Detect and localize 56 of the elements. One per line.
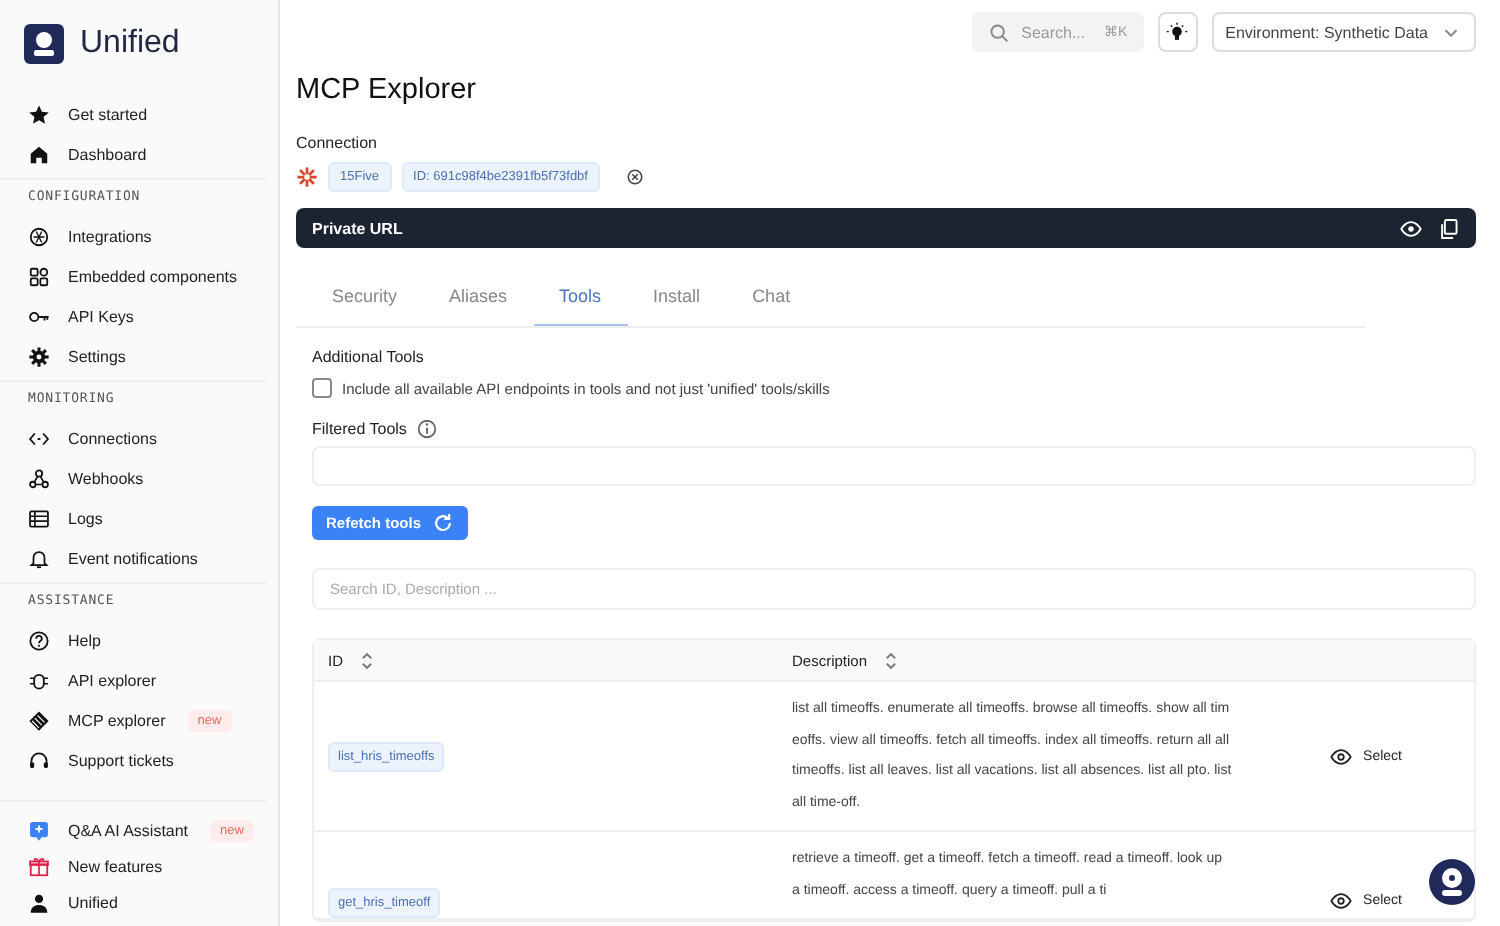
field-label: Filtered Tools: [312, 420, 407, 438]
sidebar-item[interactable]: Support tickets: [0, 740, 278, 780]
tab[interactable]: Aliases: [423, 280, 534, 326]
sidebar-item[interactable]: Get started: [0, 94, 278, 134]
eye-icon: [1329, 745, 1352, 767]
lightbulb-icon: [1166, 21, 1189, 43]
theme-button[interactable]: [1157, 12, 1198, 52]
starburst-logo-icon: [296, 166, 318, 188]
sidebar-item[interactable]: Integrations: [0, 216, 278, 256]
refresh-icon: [431, 512, 454, 534]
sidebar-item[interactable]: Webhooks: [0, 458, 278, 498]
checkbox[interactable]: [312, 378, 332, 398]
bell-icon: [28, 547, 50, 569]
tab[interactable]: Chat: [726, 280, 817, 326]
copy-icon: [1438, 217, 1460, 239]
sidebar-item[interactable]: Unified: [0, 884, 266, 920]
sidebar-item[interactable]: API explorer: [0, 660, 278, 700]
home-icon: [28, 143, 50, 165]
user-icon: [28, 891, 50, 913]
webhook-icon: [28, 467, 50, 489]
tab[interactable]: Security: [306, 280, 424, 326]
sidebar-item[interactable]: Help: [0, 620, 278, 660]
bug-icon: [28, 669, 50, 691]
star-icon: [28, 103, 50, 125]
brand-name: Unified: [80, 26, 180, 62]
page-title: MCP Explorer: [296, 74, 478, 106]
sidebar-item[interactable]: Embedded components: [0, 256, 278, 296]
code-icon: [28, 427, 50, 449]
sidebar-item[interactable]: Logs: [0, 498, 278, 538]
eye-icon: [1329, 890, 1352, 912]
sidebar-item[interactable]: Connections: [0, 418, 278, 458]
section-label: Additional Tools: [312, 348, 426, 366]
info-icon: [416, 418, 439, 440]
diamond-icon: [28, 709, 50, 731]
headset-icon: [28, 749, 50, 771]
sidebar-item[interactable]: Settings: [0, 336, 278, 376]
chat-plus-icon: [28, 819, 50, 841]
list-icon: [28, 507, 50, 529]
tab[interactable]: Install: [627, 280, 727, 326]
sidebar-item[interactable]: Dashboard: [0, 134, 278, 174]
sidebar-item[interactable]: Event notifications: [0, 538, 278, 578]
help-icon: [28, 629, 50, 651]
sidebar-item[interactable]: API Keys: [0, 296, 278, 336]
connection-label: Connection: [296, 134, 379, 152]
private-url-label: Private URL: [312, 219, 403, 237]
eye-icon: [1400, 217, 1422, 239]
grid-icon: [28, 265, 50, 287]
sidebar-item[interactable]: New features: [0, 848, 266, 884]
gear-icon: [28, 345, 50, 367]
close-circle-icon: [625, 168, 644, 186]
chat-bot-icon: [1428, 858, 1476, 906]
tab[interactable]: Tools: [533, 280, 628, 326]
search-icon: [987, 21, 1010, 43]
gift-icon: [28, 855, 50, 877]
private-url-bar[interactable]: Private URL: [296, 208, 1476, 248]
environment-dropdown[interactable]: Environment: Synthetic Data: [1211, 12, 1476, 52]
